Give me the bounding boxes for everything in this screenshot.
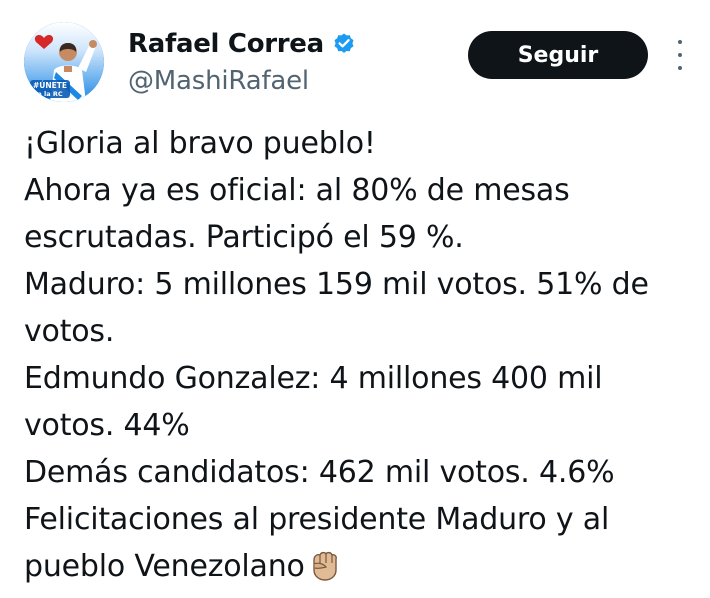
- tweet-line: escrutadas. Participó el 59 %.: [24, 220, 464, 255]
- avatar-image: #ÚNETE a la RC: [24, 22, 104, 102]
- dot: [678, 66, 682, 70]
- verified-badge-icon[interactable]: [332, 32, 356, 56]
- tweet-line: votos.: [24, 314, 115, 349]
- tweet-line: votos. 44%: [24, 408, 190, 443]
- tweet-line: Ahora ya es oficial: al 80% de mesas: [24, 173, 570, 208]
- author-handle[interactable]: @MashiRafael: [128, 66, 356, 96]
- author-info: Rafael Correa @MashiRafael: [128, 26, 356, 96]
- tweet-line-last-text: pueblo Venezolano: [24, 549, 305, 584]
- name-row: Rafael Correa: [128, 26, 356, 62]
- follow-button[interactable]: Seguir: [468, 31, 648, 79]
- tweet-line: Edmundo Gonzalez: 4 millones 400 mil: [24, 361, 603, 396]
- raised-fist-icon: [306, 546, 344, 584]
- tweet-header: #ÚNETE a la RC Rafael Correa @MashiRafae…: [24, 22, 696, 102]
- svg-text:a la RC: a la RC: [37, 90, 63, 98]
- avatar[interactable]: #ÚNETE a la RC: [24, 22, 104, 102]
- tweet-text: ¡Gloria al bravo pueblo! Ahora ya es ofi…: [24, 120, 704, 590]
- tweet-line: Maduro: 5 millones 159 mil votos. 51% de: [24, 267, 649, 302]
- author-display-name[interactable]: Rafael Correa: [128, 29, 324, 59]
- tweet-line: ¡Gloria al bravo pueblo!: [24, 126, 376, 161]
- tweet-line: Demás candidatos: 462 mil votos. 4.6%: [24, 455, 615, 490]
- more-options-icon[interactable]: [670, 40, 690, 70]
- svg-text:#ÚNETE: #ÚNETE: [33, 81, 67, 90]
- dot: [678, 53, 682, 57]
- tweet-line: Felicitaciones al presidente Maduro y al: [24, 502, 610, 537]
- tweet-line-last: pueblo Venezolano: [24, 543, 704, 590]
- dot: [678, 40, 682, 44]
